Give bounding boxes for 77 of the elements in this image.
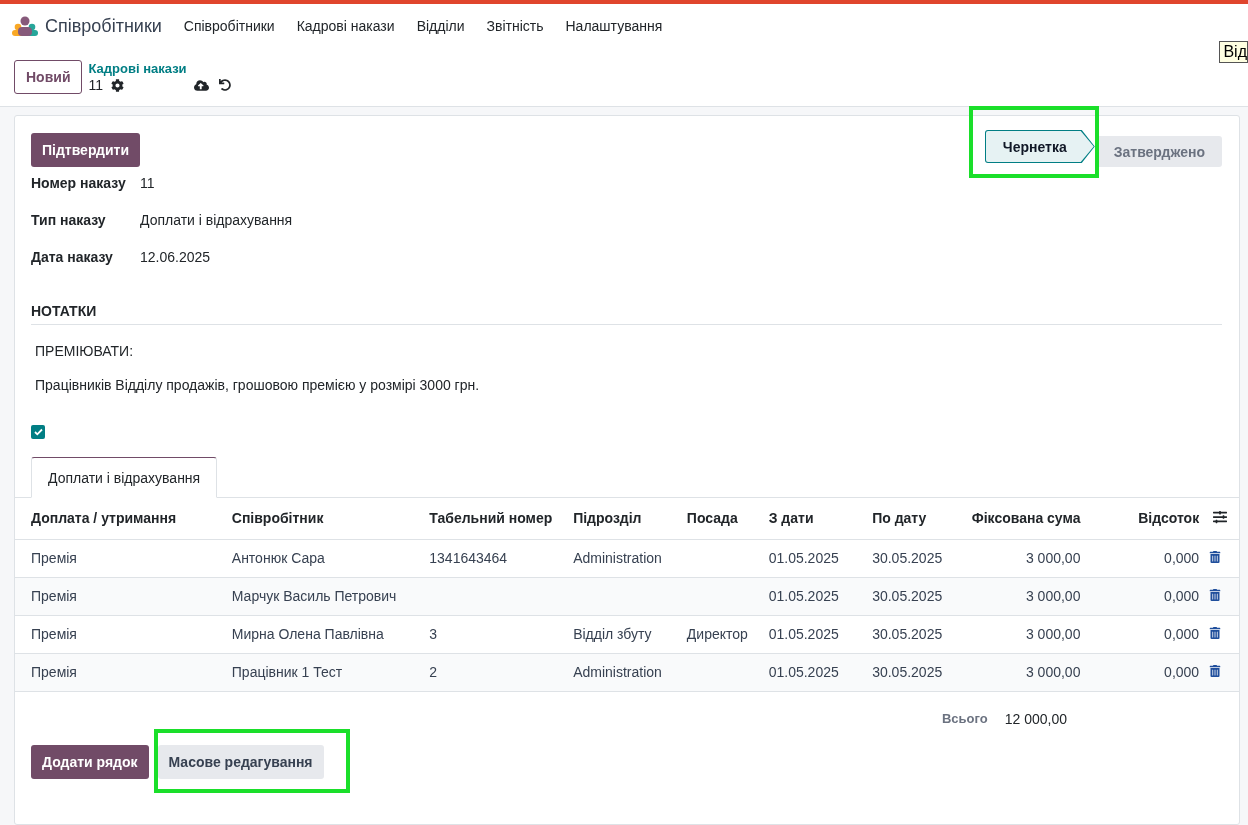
column-header[interactable]: По дату [856,498,956,539]
table-cell: 0,000 [1164,550,1200,566]
table-cell: Мирна Олена Павлівна [231,626,384,642]
menu-item[interactable]: Відділи [416,18,465,34]
table-cell: Премія [31,588,77,604]
add-line-button[interactable]: Додати рядок [31,744,149,779]
status-stage[interactable]: Чернетка [985,131,1094,162]
total-value: 12 000,00 [1004,710,1067,727]
table-cell: 30.05.2025 [872,626,943,642]
app-name[interactable]: Співробітники [45,15,162,37]
note-text: ПРЕМІЮВАТИ: [35,343,135,359]
table-cell: 0,000 [1164,626,1200,642]
table-cell: Відділ збуту [573,626,652,642]
table-cell: Премія [31,626,77,642]
record-name: 11 [88,77,104,93]
people-logo-icon [12,16,38,36]
table-cell: Administration [573,664,662,680]
table-cell: 30.05.2025 [872,588,943,604]
table-cell: Антонюк Сара [231,550,325,566]
menu-item[interactable]: Співробітники [183,18,275,34]
status-stage[interactable]: Затверджено [1094,136,1222,167]
table-cell: Премія [31,550,77,566]
table-cell: 3 [429,626,438,642]
tab[interactable]: Доплати і відрахування [31,457,218,498]
total-label: Всього [941,710,988,727]
column-header[interactable]: Посада [670,498,753,539]
confirm-button[interactable]: Підтвердити [31,133,141,167]
table-cell: 3 000,00 [1025,664,1081,680]
table-cell: 30.05.2025 [872,664,943,680]
table-cell: Марчук Василь Петрович [231,588,397,604]
field-value: Доплати і відрахування [140,211,293,228]
table-cell: 1341643464 [429,550,508,566]
column-header[interactable]: Доплата / утримання [15,498,216,539]
table-cell: Директор [686,626,748,642]
table-cell: 01.05.2025 [768,626,839,642]
settings-icon[interactable] [111,78,125,92]
table-cell: 2 [429,664,438,680]
table-cell: 01.05.2025 [768,550,839,566]
notes-heading: НОТАТКИ [31,303,1222,325]
note-text: Працівників Відділу продажів, грошовою премією у розмірі 3000 грн. [35,377,481,393]
column-header[interactable]: Фіксована сума [955,498,1081,539]
table-cell: 3 000,00 [1025,588,1081,604]
breadcrumb-link[interactable]: Кадрові накази [88,61,232,76]
delete-icon[interactable] [1209,589,1222,601]
delete-icon[interactable] [1209,551,1222,563]
field-label: Номер наказу [31,174,127,191]
field-label: Тип наказу [31,211,107,228]
menu-item[interactable]: Налаштування [565,18,663,34]
table-cell: 01.05.2025 [768,588,839,604]
mass-edit-button[interactable]: Масове редагування [157,744,324,779]
table-cell: 01.05.2025 [768,664,839,680]
table-cell: 3 000,00 [1025,550,1081,566]
column-header[interactable]: Табельний номер [413,498,558,539]
sliders-icon[interactable] [1213,509,1228,524]
delete-icon[interactable] [1209,627,1222,639]
field-value: 12.06.2025 [140,248,211,265]
menu-item[interactable]: Кадрові накази [296,18,395,34]
new-button[interactable]: Новий [14,60,83,94]
cloud-upload-icon[interactable] [194,77,210,93]
table-cell: 0,000 [1164,588,1200,604]
table-cell: 30.05.2025 [872,550,943,566]
table-cell: Працівник 1 Тест [231,664,343,680]
column-header[interactable]: Підрозділ [557,498,671,539]
table-cell: 0,000 [1164,664,1200,680]
column-header[interactable]: З дати [752,498,857,539]
column-header[interactable]: Співробітник [215,498,414,539]
table-cell: Премія [31,664,77,680]
menu-item[interactable]: Звітність [486,18,544,34]
table-cell: Administration [573,550,662,566]
tooltip: Від [1219,41,1248,63]
field-label: Дата наказу [31,248,114,265]
table-cell: 3 000,00 [1025,626,1081,642]
undo-icon[interactable] [219,79,232,91]
delete-icon[interactable] [1209,665,1222,677]
column-header[interactable]: Відсоток [1080,498,1200,539]
field-value: 11 [140,174,155,191]
checkbox[interactable] [31,425,45,439]
